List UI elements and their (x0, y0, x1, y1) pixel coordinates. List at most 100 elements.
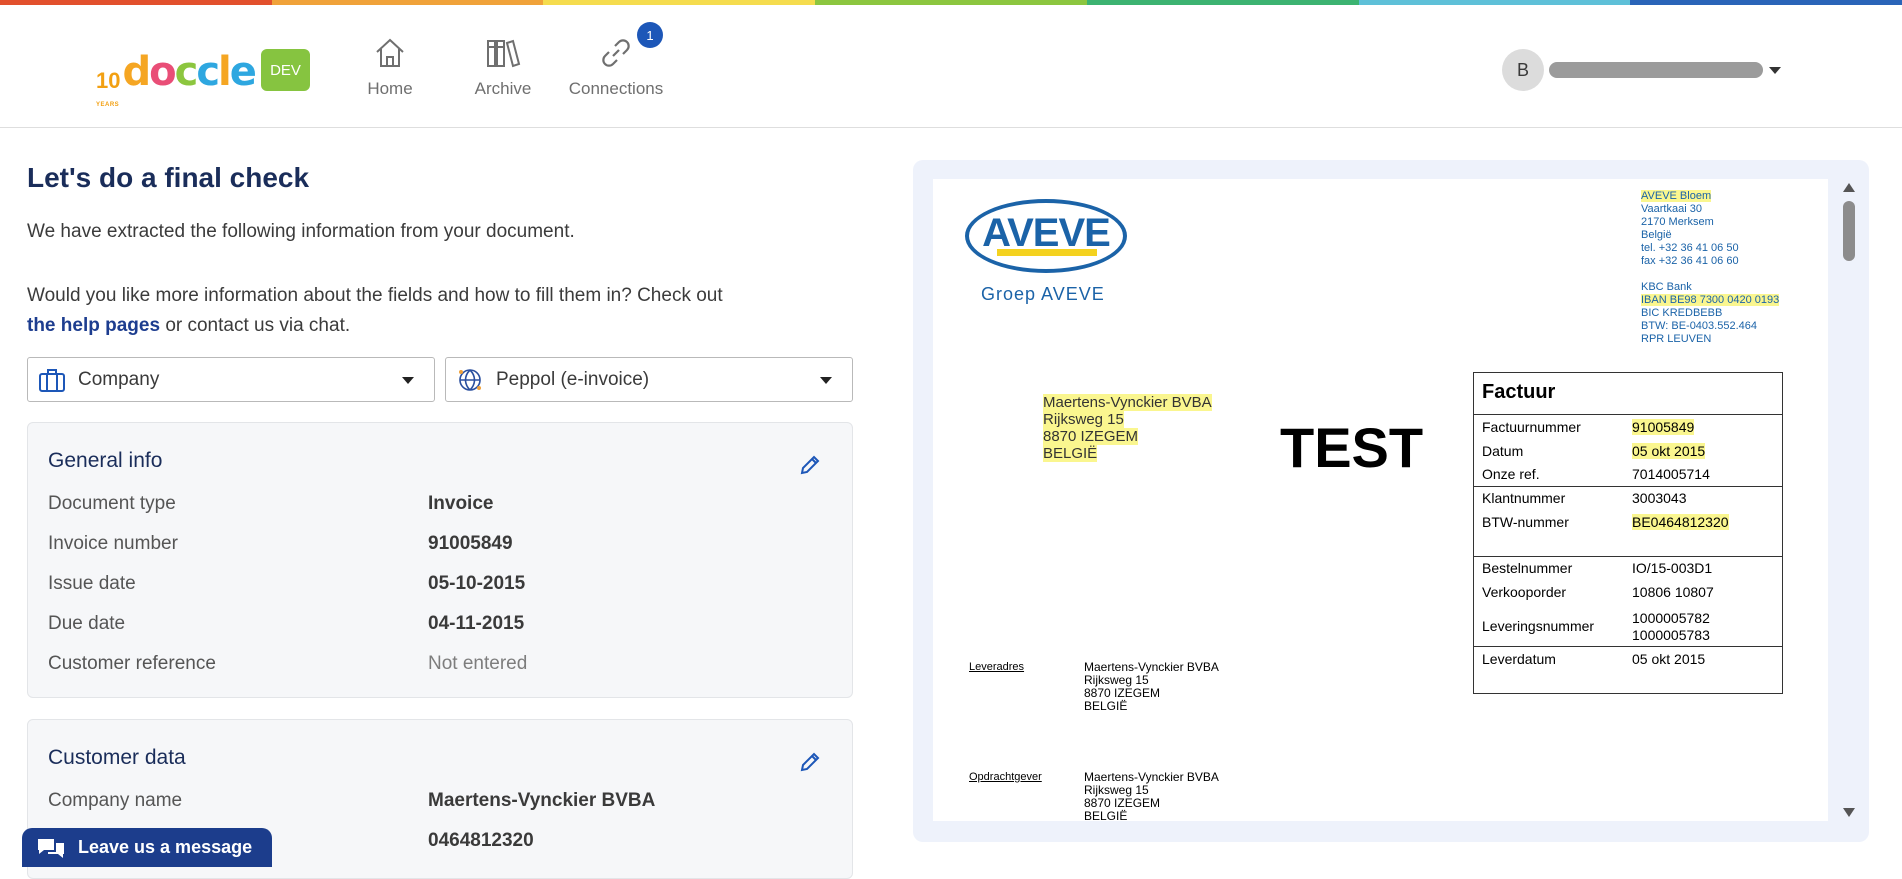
invoice-row: Verkooporder 10806 10807 (1482, 584, 1782, 604)
orderer-address: Maertens-Vynckier BVBA Rijksweg 15 8870 … (1084, 770, 1219, 822)
orderer-label: Opdrachtgever (969, 771, 1042, 783)
scrollbar-thumb[interactable] (1843, 201, 1855, 261)
general-info-title: General info (48, 449, 163, 472)
user-menu[interactable]: B (1502, 49, 1781, 91)
invoice-row: 1000005783 (1482, 627, 1782, 647)
client-line: Rijksweg 15 (1043, 411, 1124, 428)
test-watermark: TEST (1280, 416, 1424, 479)
document-preview: AVEVE Groep AVEVE AVEVE Bloem Vaartkaai … (913, 160, 1869, 842)
delivery-label: Leveradres (969, 661, 1025, 673)
sender-line: AVEVE Bloem (1641, 190, 1712, 202)
archive-icon (487, 39, 521, 68)
invoice-value: IO/15-003D1 (1632, 560, 1713, 576)
invoice-row: Klantnummer 3003043 (1482, 490, 1782, 510)
chat-bubbles-icon (38, 838, 64, 858)
nav-home-label: Home (367, 79, 413, 98)
invoice-value: 10806 10807 (1632, 584, 1714, 600)
delivery-line: 8870 IZEGEM (1084, 686, 1161, 700)
orderer-line: Maertens-Vynckier BVBA (1084, 770, 1219, 784)
field-label: Invoice number (48, 533, 178, 554)
delivery-line: Rijksweg 15 (1084, 673, 1149, 687)
divider (1474, 556, 1782, 557)
channel-select[interactable]: Peppol (e-invoice) (445, 357, 853, 402)
invoice-row: Factuurnummer 91005849 (1482, 419, 1782, 439)
field-value: Not entered (428, 653, 528, 674)
client-line: BELGIË (1043, 445, 1098, 462)
field-row: Due date 04-11-2015 (48, 613, 838, 637)
invoice-value: BE0464812320 (1632, 514, 1729, 530)
aveve-logo: AVEVE (965, 199, 1127, 273)
invoice-key: Factuurnummer (1482, 419, 1581, 435)
invoice-key: Datum (1482, 443, 1524, 459)
leave-message-button[interactable]: Leave us a message (22, 828, 272, 867)
group-text: Groep AVEVE (981, 284, 1105, 304)
field-row: Customer reference Not entered (48, 653, 838, 677)
check-panel: Let's do a final check We have extracted… (27, 128, 853, 879)
invoice-row: Bestelnummer IO/15-003D1 (1482, 560, 1782, 580)
briefcase-icon (39, 368, 65, 392)
invoice-key: BTW-nummer (1482, 514, 1569, 530)
invoice-key: Verkooporder (1482, 584, 1567, 600)
field-value: 0464812320 (428, 830, 534, 851)
user-name-redacted (1549, 62, 1763, 78)
delivery-address: Maertens-Vynckier BVBA Rijksweg 15 8870 … (1084, 661, 1219, 713)
divider (1474, 486, 1782, 487)
chevron-down-icon (1769, 66, 1781, 74)
sender-line: KBC Bank (1641, 281, 1692, 293)
invoice-info-box: Factuur Factuurnummer 91005849 Datum 05 ok… (1473, 372, 1783, 694)
invoice-key: Bestelnummer (1482, 560, 1573, 576)
chevron-down-icon (402, 377, 414, 384)
help-suffix: or contact us via chat. (165, 315, 351, 336)
sender-line: 2170 Merksem (1641, 216, 1714, 228)
scroll-down-arrow-icon[interactable] (1843, 808, 1855, 817)
sender-address: AVEVE Bloem Vaartkaai 30 2170 Merksem Be… (1641, 190, 1780, 346)
sender-line: RPR LEUVEN (1641, 333, 1712, 345)
nav-connections-label: Connections (568, 79, 664, 98)
field-row: Document type Invoice (48, 493, 838, 517)
pencil-icon[interactable] (798, 453, 822, 477)
field-label: Company name (48, 790, 183, 811)
delivery-line: BELGIË (1084, 699, 1128, 713)
help-pages-link[interactable]: the help pages (27, 315, 160, 336)
intro-text: We have extracted the following informat… (27, 221, 575, 242)
general-info-card: General info Document type Invoice Invoic… (27, 422, 853, 698)
invoice-value: 05 okt 2015 (1632, 443, 1706, 459)
invoice-value: 1000005782 (1632, 610, 1710, 626)
nav-home[interactable]: Home (335, 35, 445, 105)
client-line: 8870 IZEGEM (1043, 428, 1139, 445)
delivery-line: Maertens-Vynckier BVBA (1084, 660, 1219, 674)
invoice-box-title: Factuur (1474, 373, 1782, 415)
invoice-value: 7014005714 (1632, 466, 1710, 482)
sender-line: België (1641, 229, 1672, 241)
invoice-key: Onze ref. (1482, 466, 1540, 482)
client-address: Maertens-Vynckier BVBA Rijksweg 15 8870 … (1043, 394, 1212, 462)
chevron-down-icon (820, 377, 832, 384)
field-value: Maertens-Vynckier BVBA (428, 790, 656, 811)
invoice-key: Leverdatum (1482, 651, 1556, 667)
invoice-value: 91005849 (1632, 419, 1695, 435)
invoice-value: 1000005783 (1632, 627, 1710, 643)
sender-line: Vaartkaai 30 (1641, 203, 1702, 215)
peppol-globe-icon (459, 368, 481, 391)
field-row: Issue date 05-10-2015 (48, 573, 838, 597)
pencil-icon[interactable] (798, 750, 822, 774)
invoice-key: Klantnummer (1482, 490, 1566, 506)
doccle-logo[interactable]: 10 YEARS doccle (96, 48, 257, 108)
recipient-type-value: Company (78, 368, 160, 390)
field-label: Document type (48, 493, 176, 514)
preview-scrollbar[interactable] (1841, 179, 1857, 821)
divider (1474, 646, 1782, 647)
field-label: Due date (48, 613, 126, 634)
nav-archive[interactable]: Archive (448, 35, 558, 105)
field-value: 91005849 (428, 533, 513, 554)
dev-environment-badge: DEV (261, 49, 310, 91)
orderer-line: 8870 IZEGEM (1084, 796, 1161, 810)
field-row: Invoice number 91005849 (48, 533, 838, 557)
top-bar: 10 YEARS doccle DEV Home Archive Connecti… (0, 5, 1902, 128)
sender-line: fax +32 36 41 06 60 (1641, 255, 1739, 267)
field-row: Company name Maertens-Vynckier BVBA (48, 790, 838, 814)
recipient-type-select[interactable]: Company (27, 357, 435, 402)
orderer-line: BELGIË (1084, 809, 1128, 822)
scroll-up-arrow-icon[interactable] (1843, 183, 1855, 192)
sender-line: BTW: BE-0403.552.464 (1641, 320, 1757, 332)
